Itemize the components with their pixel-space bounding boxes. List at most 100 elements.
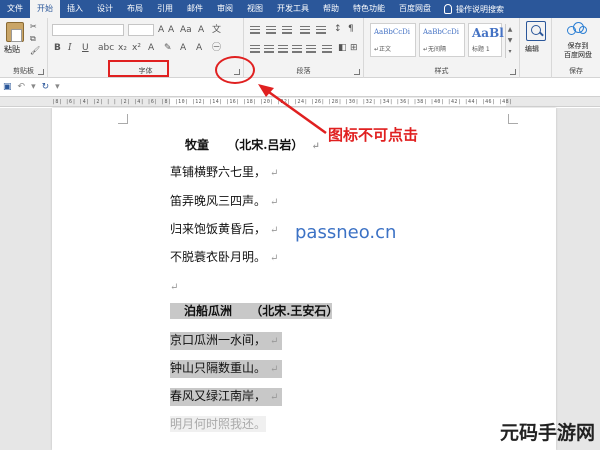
subscript-icon[interactable]: x₂ <box>118 42 127 54</box>
underline-icon[interactable]: U <box>82 42 89 54</box>
poem2-title: 泊船瓜洲 <box>184 304 233 318</box>
paragraph-launcher-icon[interactable] <box>354 69 360 75</box>
tell-me-search[interactable]: 操作说明搜索 <box>444 4 504 15</box>
font-color-icon[interactable]: A <box>180 42 186 54</box>
line-text: 归来饱饭黄昏后， <box>170 222 267 236</box>
redo-icon[interactable]: ↻ <box>42 79 50 95</box>
style-no-spacing[interactable]: AaBbCcDi ↵无间隔 <box>419 23 465 57</box>
style-sample: AaBbCcDi <box>374 28 410 36</box>
tab-review[interactable]: 审阅 <box>210 0 240 18</box>
style-heading-1[interactable]: AaBl 标题 1 <box>468 23 504 57</box>
shrink-font-icon[interactable]: A <box>168 24 174 36</box>
show-marks-icon[interactable]: ¶ <box>348 23 354 35</box>
style-name: ↵正文 <box>374 46 392 53</box>
character-shading-icon[interactable]: A <box>196 42 202 54</box>
strikethrough-icon[interactable]: abc <box>98 42 114 54</box>
styles-gallery-scroll[interactable]: ▲ ▼ ▾ <box>505 24 514 58</box>
font-size-input[interactable] <box>128 24 154 36</box>
tab-mailings[interactable]: 邮件 <box>180 0 210 18</box>
tab-insert[interactable]: 插入 <box>60 0 90 18</box>
shading-icon[interactable]: ◧ <box>338 42 347 54</box>
search-icon[interactable] <box>526 21 546 41</box>
format-painter-icon[interactable]: 🖌 <box>30 47 40 55</box>
align-center-icon[interactable] <box>264 45 274 53</box>
enclose-character-icon[interactable]: ㊀ <box>212 42 221 54</box>
align-left-icon[interactable] <box>250 45 260 53</box>
bullets-icon[interactable] <box>250 26 260 34</box>
editing-label[interactable]: 编辑 <box>525 44 539 54</box>
italic-icon[interactable]: I <box>68 42 72 54</box>
tab-baidu-netdisk[interactable]: 百度网盘 <box>392 0 438 18</box>
clear-formatting-icon[interactable]: A <box>198 24 204 36</box>
bold-icon[interactable]: B <box>54 42 61 54</box>
sort-icon[interactable]: ↕ <box>334 23 342 35</box>
save-to-netdisk-button[interactable]: 保存到 百度网盘 <box>556 42 600 60</box>
line-spacing-icon[interactable] <box>322 45 332 53</box>
horizontal-ruler[interactable]: |8| |6| |4| |2| | | |2| |4| |6| |8| |10|… <box>0 96 600 107</box>
poem1-line[interactable]: 笛弄晚风三四声。 ↵ <box>170 193 278 211</box>
poem2-line[interactable]: 钟山只隔数重山。 ↵ <box>170 360 283 378</box>
font-label-highlight <box>108 60 169 77</box>
save-icon[interactable]: ▣ <box>3 79 12 95</box>
superscript-icon[interactable]: x² <box>132 42 141 54</box>
tab-special-features[interactable]: 特色功能 <box>346 0 392 18</box>
highlight-icon[interactable]: ✎ <box>164 42 172 54</box>
chevron-down-icon[interactable]: ▼ <box>506 35 514 46</box>
empty-line[interactable]: ↵ <box>170 278 178 296</box>
poem2-line[interactable]: 春风又绿江南岸， ↵ <box>170 388 283 406</box>
decrease-indent-icon[interactable] <box>300 26 310 34</box>
crop-mark <box>508 114 518 124</box>
customize-toolbar-icon[interactable]: ▾ <box>55 79 60 95</box>
poem2-line[interactable]: 京口瓜洲一水间， ↵ <box>170 332 283 350</box>
clipboard-launcher-icon[interactable] <box>38 69 44 75</box>
phonetic-guide-icon[interactable]: 文 <box>212 24 221 36</box>
poem2-title-line[interactable]: 泊船瓜洲 （北宋.王安石） <box>170 303 338 319</box>
undo-dropdown-icon[interactable]: ▾ <box>31 79 36 95</box>
change-case-icon[interactable]: Aa <box>180 24 192 36</box>
multilevel-list-icon[interactable] <box>282 26 292 34</box>
poem2-line[interactable]: 明月何时照我还。 <box>170 416 267 432</box>
line-text: 草铺横野六七里， <box>170 165 267 179</box>
poem1-title-line[interactable]: 牧童 （北宋.吕岩） ↵ <box>185 137 320 155</box>
justify-icon[interactable] <box>292 45 302 53</box>
poem1-line[interactable]: 不脱蓑衣卧月明。 ↵ <box>170 249 278 267</box>
tab-view[interactable]: 视图 <box>240 0 270 18</box>
tab-references[interactable]: 引用 <box>150 0 180 18</box>
distribute-icon[interactable] <box>306 45 316 53</box>
chevron-up-icon[interactable]: ▲ <box>506 24 514 35</box>
poem1-title: 牧童 <box>185 138 210 152</box>
font-name-input[interactable] <box>52 24 124 36</box>
paste-button-label[interactable]: 粘贴 <box>4 44 20 55</box>
cloud-icon[interactable] <box>567 22 587 36</box>
line-text: 明月何时照我还。 <box>170 417 267 431</box>
grow-font-icon[interactable]: A <box>158 24 164 36</box>
style-normal[interactable]: AaBbCcDi ↵正文 <box>370 23 416 57</box>
borders-icon[interactable]: ⊞ <box>350 42 358 54</box>
line-text: 钟山只隔数重山。 <box>170 361 267 375</box>
poem1-line[interactable]: 草铺横野六七里， ↵ <box>170 164 278 182</box>
paragraph-group: ↕ ¶ ◧ ⊞ 段落 <box>244 18 364 78</box>
cut-icon[interactable]: ✂ <box>30 23 40 31</box>
save-label-line1: 保存到 <box>567 42 589 50</box>
increase-indent-icon[interactable] <box>316 26 326 34</box>
tab-help[interactable]: 帮助 <box>316 0 346 18</box>
tab-design[interactable]: 设计 <box>90 0 120 18</box>
paste-icon[interactable] <box>6 22 24 42</box>
poem1-line[interactable]: 归来饱饭黄昏后， ↵ <box>170 221 278 239</box>
styles-launcher-icon[interactable] <box>510 69 516 75</box>
site-brand: 元码手游网 <box>500 422 596 444</box>
paragraph-mark: ↵ <box>270 168 279 179</box>
style-sample: AaBl <box>472 26 504 40</box>
align-right-icon[interactable] <box>278 45 288 53</box>
copy-icon[interactable]: ⧉ <box>30 35 40 43</box>
numbering-icon[interactable] <box>266 26 276 34</box>
text-effects-icon[interactable]: A <box>148 42 154 54</box>
tab-file[interactable]: 文件 <box>0 0 30 18</box>
tab-developer[interactable]: 开发工具 <box>270 0 316 18</box>
tab-home[interactable]: 开始 <box>30 0 60 18</box>
document-page[interactable] <box>52 108 556 450</box>
tab-layout[interactable]: 布局 <box>120 0 150 18</box>
undo-icon[interactable]: ↶ <box>18 79 26 95</box>
paragraph-group-label: 段落 <box>296 67 311 75</box>
more-icon[interactable]: ▾ <box>506 46 514 57</box>
